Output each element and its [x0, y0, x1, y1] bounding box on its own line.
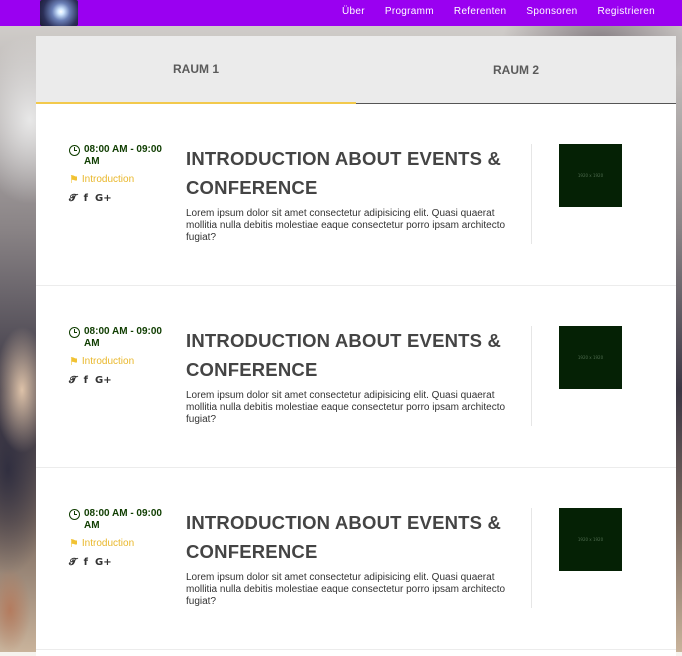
session-content: INTRODUCTION ABOUT EVENTS & CONFERENCE L…: [186, 144, 506, 244]
session-item: 08:00 AM - 09:00 AM ⚑ Introduction 𝓣 f G…: [36, 286, 676, 468]
facebook-icon[interactable]: f: [84, 375, 88, 387]
google-plus-icon[interactable]: G+: [95, 557, 112, 569]
session-tag[interactable]: Introduction: [82, 538, 134, 550]
nav-link-programm[interactable]: Programm: [385, 6, 434, 18]
speaker-thumbnail: 1920 x 1920: [559, 508, 622, 571]
twitter-icon[interactable]: 𝓣: [69, 375, 77, 387]
twitter-icon[interactable]: 𝓣: [69, 193, 77, 205]
clock-icon: [69, 145, 80, 156]
nav-link-referenten[interactable]: Referenten: [454, 6, 506, 18]
tag-icon: ⚑: [69, 538, 79, 550]
twitter-icon[interactable]: 𝓣: [69, 557, 77, 569]
session-time: 08:00 AM - 09:00 AM: [84, 144, 162, 167]
nav-link-uber[interactable]: Über: [342, 6, 365, 18]
speaker-thumbnail: 1920 x 1920: [559, 144, 622, 207]
tab-raum-2[interactable]: RAUM 2: [356, 36, 676, 104]
session-tag[interactable]: Introduction: [82, 356, 134, 368]
session-description: Lorem ipsum dolor sit amet consectetur a…: [186, 390, 506, 425]
speaker-thumbnail: 1920 x 1920: [559, 326, 622, 389]
social-links: 𝓣 f G+: [69, 557, 169, 569]
session-description: Lorem ipsum dolor sit amet consectetur a…: [186, 572, 506, 607]
thumbnail-size-label: 1920 x 1920: [577, 537, 604, 542]
nav-link-sponsoren[interactable]: Sponsoren: [526, 6, 577, 18]
clock-icon: [69, 327, 80, 338]
session-meta: 08:00 AM - 09:00 AM ⚑ Introduction 𝓣 f G…: [69, 326, 169, 387]
google-plus-icon[interactable]: G+: [95, 375, 112, 387]
site-logo[interactable]: [40, 0, 78, 26]
social-links: 𝓣 f G+: [69, 375, 169, 387]
session-title[interactable]: INTRODUCTION ABOUT EVENTS & CONFERENCE: [186, 144, 506, 202]
thumbnail-size-label: 1920 x 1920: [577, 355, 604, 360]
session-title[interactable]: INTRODUCTION ABOUT EVENTS & CONFERENCE: [186, 508, 506, 566]
session-meta: 08:00 AM - 09:00 AM ⚑ Introduction 𝓣 f G…: [69, 508, 169, 569]
session-time: 08:00 AM - 09:00 AM: [84, 326, 162, 349]
divider: [531, 326, 532, 426]
social-links: 𝓣 f G+: [69, 193, 169, 205]
divider: [531, 508, 532, 608]
top-navbar: Über Programm Referenten Sponsoren Regis…: [0, 0, 682, 26]
clock-icon: [69, 509, 80, 520]
tab-raum-1[interactable]: RAUM 1: [36, 36, 356, 104]
google-plus-icon[interactable]: G+: [95, 193, 112, 205]
nav-link-registrieren[interactable]: Registrieren: [597, 6, 655, 18]
session-item: 08:00 AM - 09:00 AM ⚑ Introduction 𝓣 f G…: [36, 468, 676, 650]
session-description: Lorem ipsum dolor sit amet consectetur a…: [186, 208, 506, 243]
session-title[interactable]: INTRODUCTION ABOUT EVENTS & CONFERENCE: [186, 326, 506, 384]
tag-icon: ⚑: [69, 174, 79, 186]
session-time: 08:00 AM - 09:00 AM: [84, 508, 162, 531]
session-content: INTRODUCTION ABOUT EVENTS & CONFERENCE L…: [186, 326, 506, 426]
nav-links: Über Programm Referenten Sponsoren Regis…: [342, 6, 655, 18]
session-tag[interactable]: Introduction: [82, 174, 134, 186]
schedule-panel: RAUM 1 RAUM 2 08:00 AM - 09:00 AM ⚑ Intr…: [36, 36, 676, 656]
session-meta: 08:00 AM - 09:00 AM ⚑ Introduction 𝓣 f G…: [69, 144, 169, 205]
room-tabs: RAUM 1 RAUM 2: [36, 36, 676, 104]
session-content: INTRODUCTION ABOUT EVENTS & CONFERENCE L…: [186, 508, 506, 608]
session-item: 08:00 AM - 09:00 AM ⚑ Introduction 𝓣 f G…: [36, 104, 676, 286]
facebook-icon[interactable]: f: [84, 557, 88, 569]
divider: [531, 144, 532, 244]
facebook-icon[interactable]: f: [84, 193, 88, 205]
tag-icon: ⚑: [69, 356, 79, 368]
thumbnail-size-label: 1920 x 1920: [577, 173, 604, 178]
